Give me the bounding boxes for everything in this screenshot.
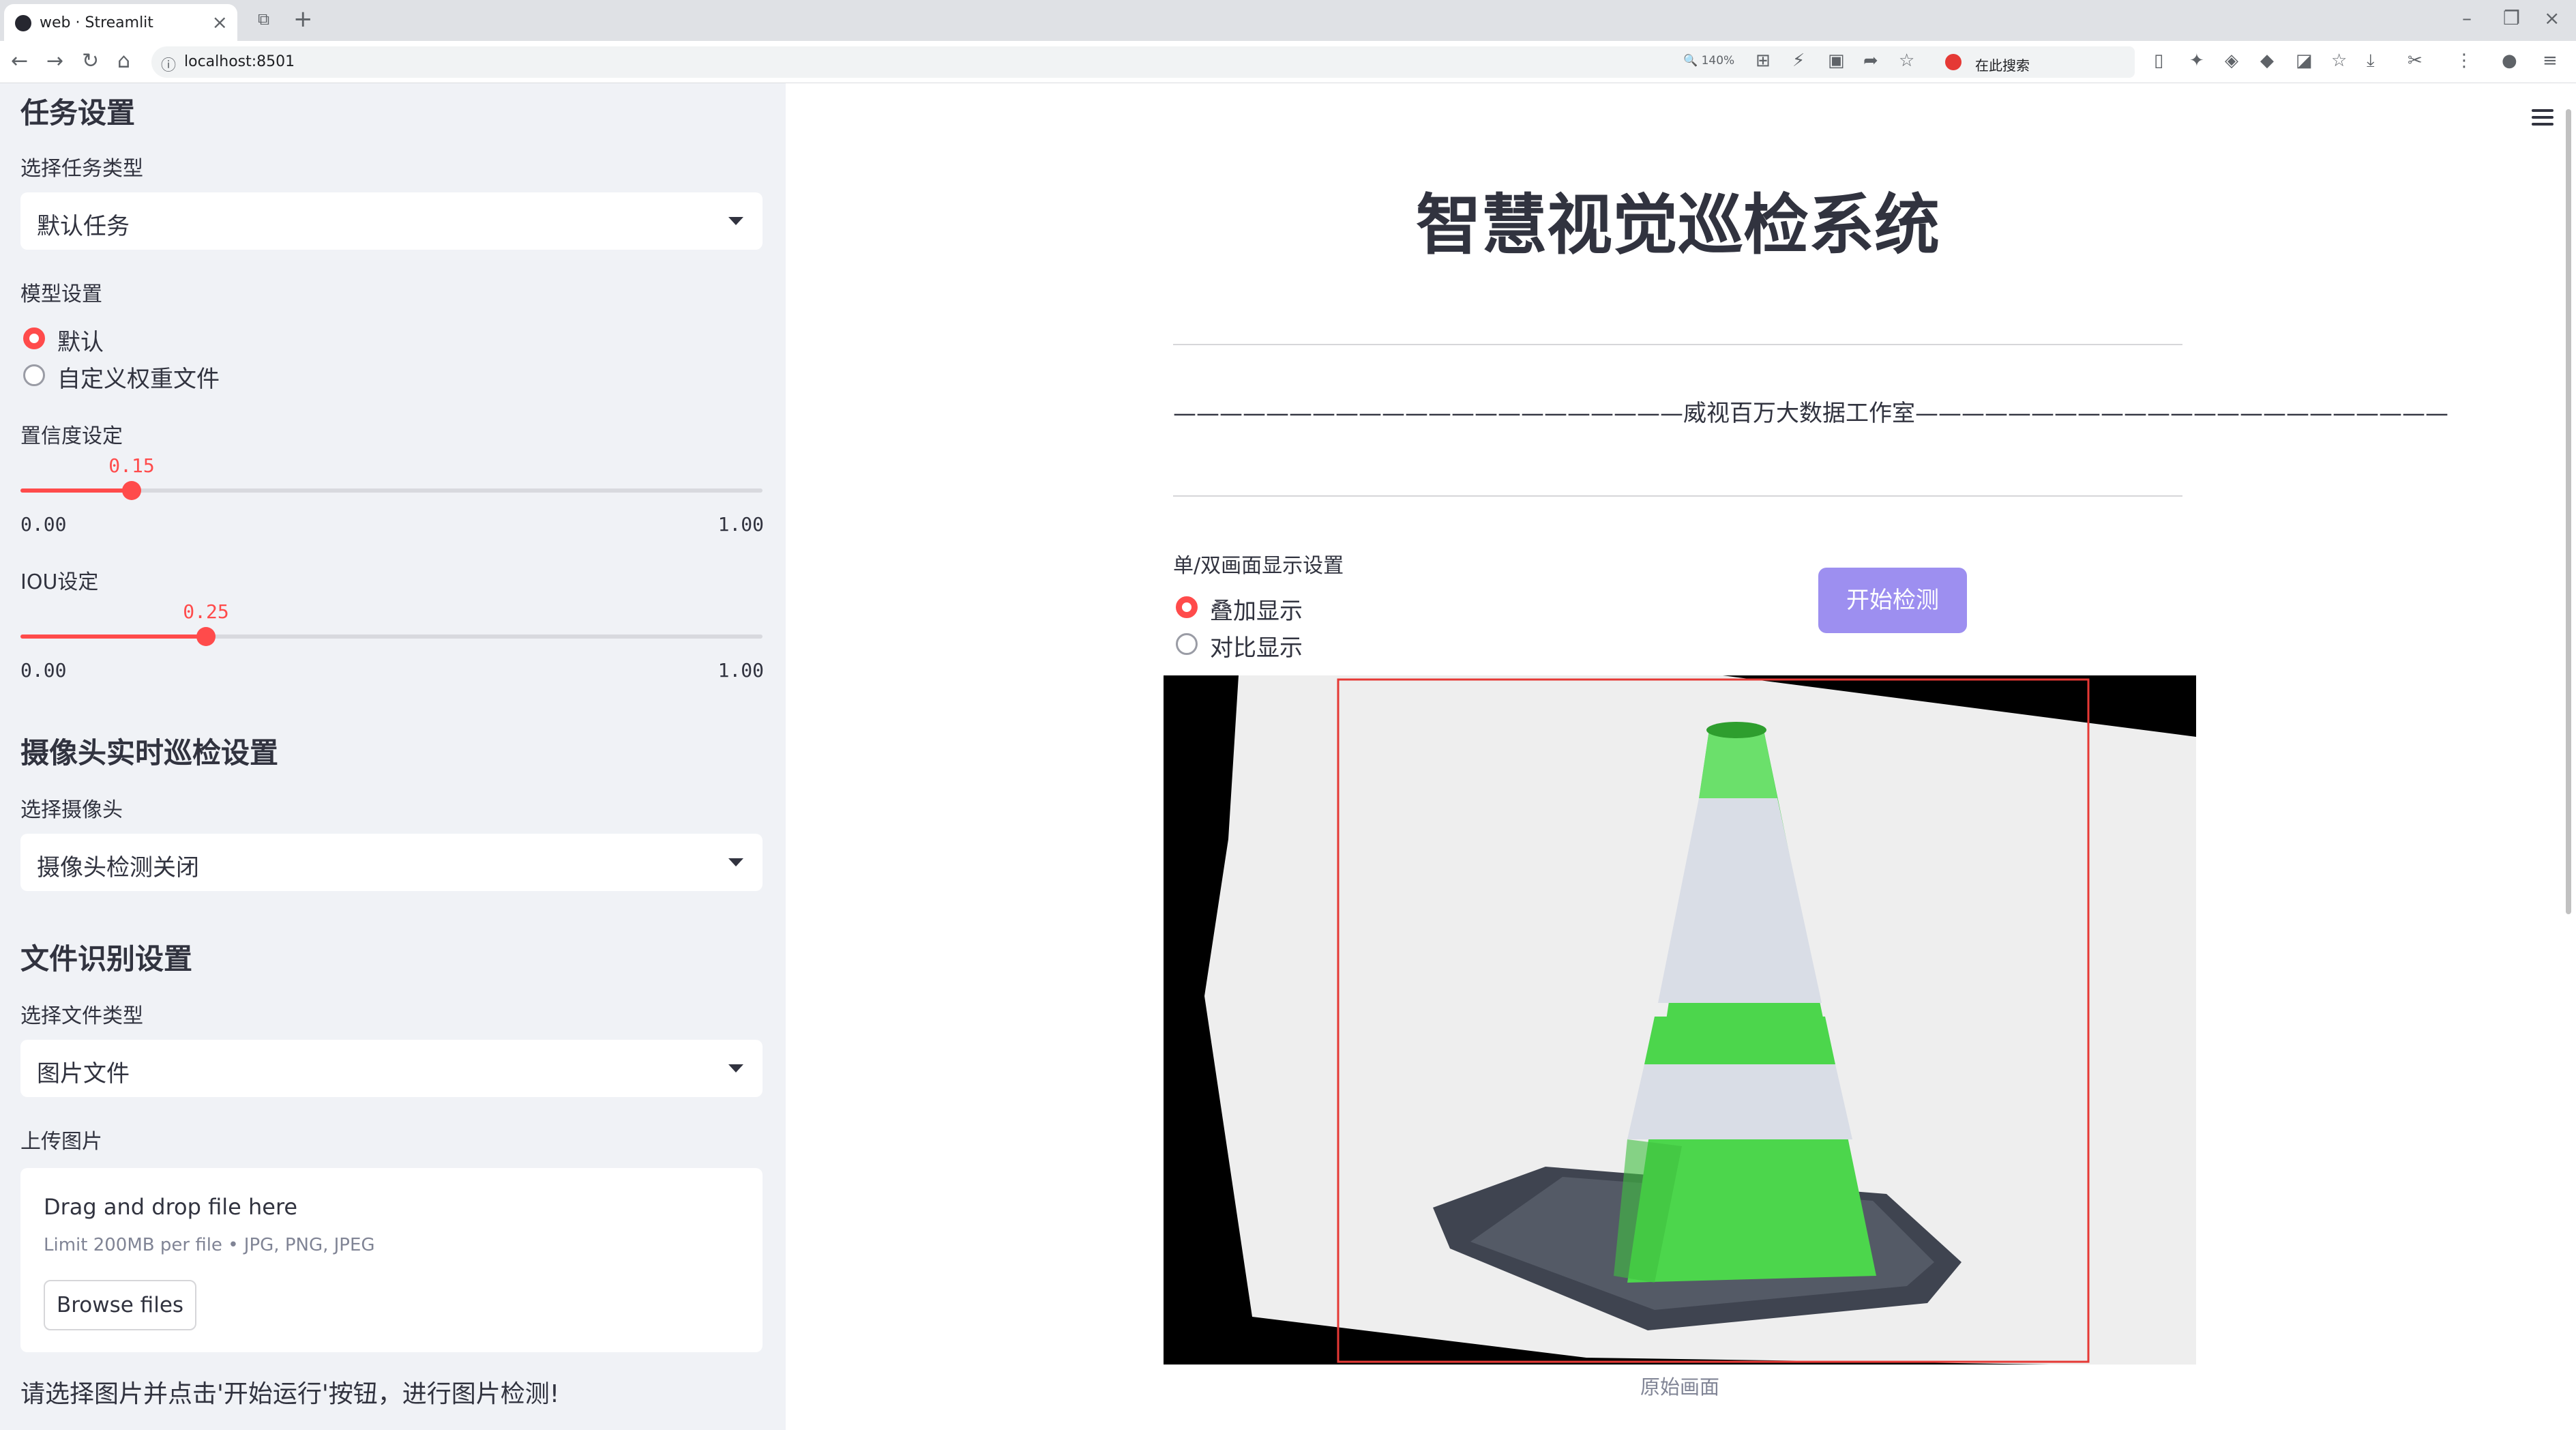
- iou-slider-fill: [20, 634, 206, 639]
- search-box[interactable]: 在此搜索: [1937, 46, 2135, 78]
- extension3-icon[interactable]: ◆: [2260, 50, 2274, 71]
- studio-banner: ——————————————————————威视百万大数据工作室————————…: [1173, 400, 2448, 427]
- confidence-slider-thumb[interactable]: [122, 481, 141, 500]
- file-dropzone[interactable]: Drag and drop file here Limit 200MB per …: [20, 1168, 763, 1352]
- more-menu-icon[interactable]: ⋮: [2455, 50, 2473, 71]
- detection-image: [1164, 675, 2196, 1365]
- iou-slider[interactable]: [20, 627, 763, 646]
- camera-select-value: 摄像头检测关闭: [37, 854, 199, 881]
- camera-select[interactable]: 摄像头检测关闭: [20, 834, 763, 891]
- radio-selected-icon[interactable]: [1176, 596, 1198, 618]
- sidebar-instruction: 请选择图片并点击'开始运行'按钮，进行图片检测!: [20, 1380, 560, 1408]
- camera-select-label: 选择摄像头: [20, 798, 123, 822]
- extension2-icon[interactable]: ◈: [2225, 50, 2238, 71]
- upload-label: 上传图片: [20, 1130, 102, 1154]
- confidence-slider[interactable]: [20, 481, 763, 500]
- divider: [1173, 344, 2182, 345]
- zoom-indicator[interactable]: 🔍 140%: [1683, 54, 1734, 68]
- extension-icon[interactable]: ✦: [2189, 50, 2204, 71]
- dropzone-limit: Limit 200MB per file • JPG, PNG, JPEG: [44, 1235, 375, 1255]
- browser-menu-icon[interactable]: ≡: [2543, 50, 2558, 71]
- extension4-icon[interactable]: ◪: [2296, 50, 2313, 71]
- task-settings-heading: 任务设置: [20, 96, 136, 130]
- divider: [1173, 495, 2182, 497]
- url-text: localhost:8501: [184, 53, 295, 70]
- lightning-icon[interactable]: ⚡: [1792, 50, 1805, 71]
- file-type-value: 图片文件: [37, 1060, 130, 1088]
- favorites-icon[interactable]: ☆: [2331, 50, 2347, 71]
- file-type-label: 选择文件类型: [20, 1004, 143, 1028]
- display-option-compare: 对比显示: [1210, 634, 1303, 662]
- app-menu-icon[interactable]: [2532, 109, 2553, 126]
- search-placeholder: 在此搜索: [1975, 57, 2030, 74]
- file-type-select[interactable]: 图片文件: [20, 1040, 763, 1097]
- new-tab-button[interactable]: +: [293, 5, 313, 33]
- confidence-max: 1.00: [717, 513, 764, 536]
- search-engine-icon: [1945, 54, 1961, 70]
- cut-icon[interactable]: ✂: [2408, 50, 2423, 71]
- confidence-label: 置信度设定: [20, 424, 123, 448]
- iou-slider-thumb[interactable]: [196, 627, 216, 646]
- download-icon[interactable]: ⤓: [2367, 50, 2375, 72]
- browser-tabbar: web · Streamlit × ⧉ + – ❐ ×: [0, 0, 2576, 41]
- browser-tab[interactable]: web · Streamlit ×: [4, 4, 237, 41]
- camera-settings-heading: 摄像头实时巡检设置: [20, 736, 279, 770]
- confidence-value: 0.15: [108, 454, 155, 477]
- model-option-default: 默认: [57, 329, 104, 356]
- page-title: 智慧视觉巡检系统: [1416, 187, 1940, 263]
- translate-icon[interactable]: ⊞: [1756, 50, 1771, 71]
- dropzone-title: Drag and drop file here: [44, 1194, 298, 1220]
- radio-unselected-icon[interactable]: [1176, 633, 1198, 655]
- start-detection-button[interactable]: 开始检测: [1818, 568, 1967, 633]
- image-caption: 原始画面: [1640, 1375, 1719, 1399]
- model-option-custom: 自定义权重文件: [57, 366, 220, 393]
- profile-avatar-icon[interactable]: ●: [2502, 50, 2517, 71]
- bookmark-star-icon[interactable]: ☆: [1899, 50, 1914, 71]
- share-icon[interactable]: ➦: [1863, 50, 1878, 71]
- task-type-value: 默认任务: [37, 213, 130, 240]
- radio-unselected-icon[interactable]: [23, 364, 45, 386]
- back-icon[interactable]: ←: [11, 49, 28, 73]
- confidence-min: 0.00: [20, 513, 67, 536]
- model-settings-label: 模型设置: [20, 282, 102, 306]
- page-scrollbar[interactable]: [2566, 109, 2571, 914]
- streamlit-favicon-icon: [15, 15, 31, 31]
- reading-mode-icon[interactable]: ▯: [2154, 50, 2163, 71]
- window-close-icon[interactable]: ×: [2544, 7, 2560, 29]
- chevron-down-icon: [728, 217, 743, 225]
- screenshot-icon[interactable]: ▣: [1828, 50, 1845, 71]
- restore-icon[interactable]: ❐: [2503, 7, 2520, 29]
- chevron-down-icon: [728, 858, 743, 866]
- zoom-level: 140%: [1701, 54, 1735, 68]
- chevron-down-icon: [728, 1064, 743, 1072]
- radio-selected-icon[interactable]: [23, 327, 45, 349]
- display-mode-label: 单/双画面显示设置: [1173, 554, 1344, 578]
- iou-label: IOU设定: [20, 570, 99, 594]
- task-type-select[interactable]: 默认任务: [20, 192, 763, 250]
- minimize-icon[interactable]: –: [2462, 7, 2472, 29]
- traffic-cone-image: [1164, 675, 2196, 1365]
- site-info-icon[interactable]: ⓘ: [161, 53, 176, 75]
- iou-min: 0.00: [20, 659, 67, 682]
- browser-toolbar: ← → ↻ ⌂ ⓘ localhost:8501 🔍 140% ⊞ ⚡ ▣ ➦ …: [0, 41, 2576, 83]
- iou-max: 1.00: [717, 659, 764, 682]
- confidence-slider-fill: [20, 488, 132, 493]
- close-tab-icon[interactable]: ×: [212, 11, 228, 33]
- home-icon[interactable]: ⌂: [117, 49, 130, 73]
- task-type-label: 选择任务类型: [20, 157, 143, 181]
- browse-files-button[interactable]: Browse files: [44, 1280, 196, 1330]
- reload-icon[interactable]: ↻: [82, 49, 99, 73]
- forward-icon[interactable]: →: [46, 49, 63, 73]
- tab-title: web · Streamlit: [40, 14, 153, 31]
- file-settings-heading: 文件识别设置: [20, 942, 193, 976]
- iou-value: 0.25: [183, 600, 229, 623]
- display-option-overlay: 叠加显示: [1210, 598, 1303, 625]
- tab-groups-icon[interactable]: ⧉: [258, 10, 269, 29]
